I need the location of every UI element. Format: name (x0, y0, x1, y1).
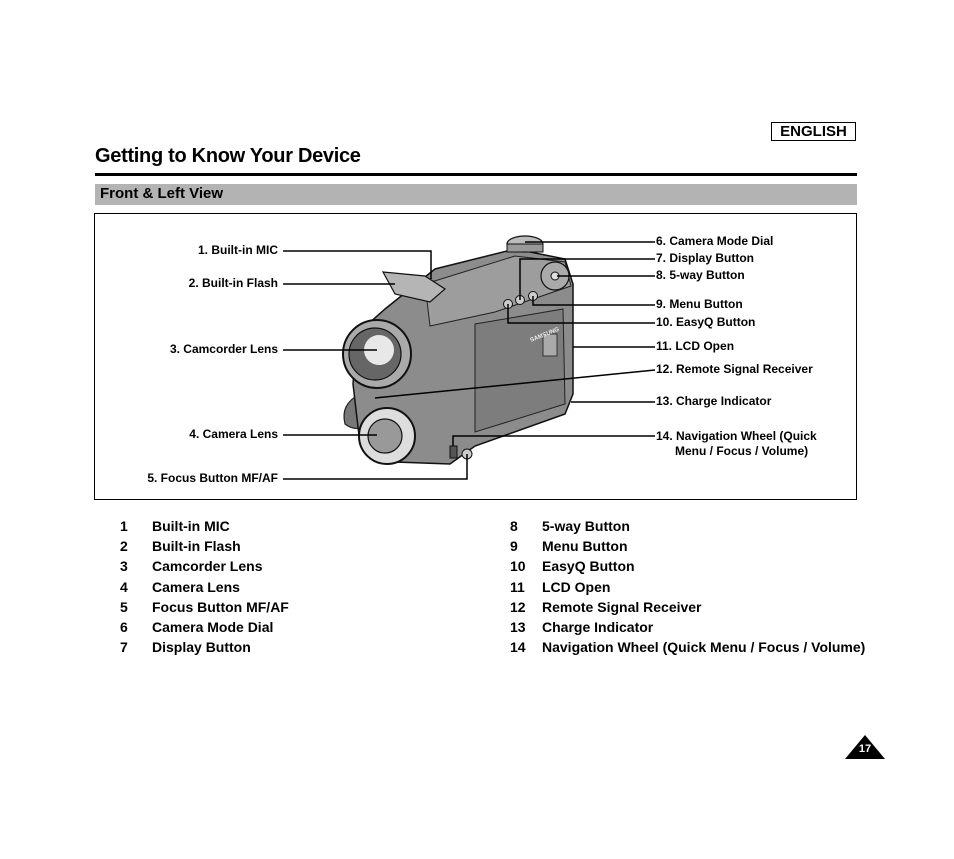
language-badge: ENGLISH (771, 122, 856, 141)
callout-lcd-open: 11. LCD Open (656, 339, 735, 353)
callout-remote-signal-receiver: 12. Remote Signal Receiver (656, 362, 813, 376)
callout-charge-indicator: 13. Charge Indicator (656, 394, 772, 408)
navigation-wheel (449, 445, 458, 459)
callout-camera-lens: 4. Camera Lens (189, 427, 278, 441)
callout-camera-mode-dial: 6. Camera Mode Dial (656, 234, 774, 248)
callout-navigation-wheel: 14. Navigation Wheel (Quick (656, 429, 817, 443)
callout-easyq-button: 10. EasyQ Button (656, 315, 756, 329)
callout-focus-button: 5. Focus Button MF/AF (147, 471, 278, 485)
parts-list-item: 13 Charge Indicator (510, 618, 654, 635)
parts-list-item: 12 Remote Signal Receiver (510, 598, 702, 615)
parts-list-item: 10 EasyQ Button (510, 558, 635, 575)
callout-built-in-flash: 2. Built-in Flash (188, 276, 278, 290)
callout-navigation-wheel-line2: Menu / Focus / Volume) (675, 444, 809, 458)
callout-five-way-button: 8. 5-way Button (656, 268, 745, 282)
page-number: 17 (858, 743, 872, 755)
parts-list-left: 1 Built-in MIC 2 Built-in Flash 3 Camcorder… (120, 518, 480, 659)
section-title: Front & Left View (100, 185, 224, 202)
title-rule (95, 173, 857, 176)
camcorder-diagram: SAMSUNG 1. Built-in MIC 2. Built-in Flas… (94, 213, 857, 500)
parts-list-item: 6 Camera Mode Dial (120, 618, 274, 635)
camera-lens-shutter (367, 418, 403, 454)
parts-list-item: 9 Menu Button (510, 538, 628, 555)
page-title: Getting to Know Your Device (95, 145, 361, 167)
parts-list-item: 3 Camcorder Lens (120, 558, 263, 575)
section-heading-bar: Front & Left View (95, 184, 857, 205)
callout-built-in-mic: 1. Built-in MIC (198, 243, 278, 257)
parts-list-item: 8 5-way Button (510, 518, 630, 534)
callout-camcorder-lens: 3. Camcorder Lens (169, 342, 278, 356)
page-number-badge: 17 (845, 735, 885, 759)
parts-list-item: 7 Display Button (120, 639, 251, 656)
parts-list-item: 5 Focus Button MF/AF (120, 598, 289, 615)
callout-display-button: 7. Display Button (656, 251, 755, 265)
parts-list-item: 11 LCD Open (510, 578, 611, 595)
parts-list-item: 4 Camera Lens (120, 578, 240, 595)
parts-list-item: 1 Built-in MIC (120, 518, 230, 534)
parts-list-right: 8 5-way Button 9 Menu Button 10 EasyQ Butto… (510, 518, 870, 659)
parts-list-item: 14 Navigation Wheel (Quick Menu / Focus /… (510, 639, 866, 656)
callout-menu-button: 9. Menu Button (656, 297, 743, 311)
parts-list-item: 2 Built-in Flash (120, 538, 241, 555)
